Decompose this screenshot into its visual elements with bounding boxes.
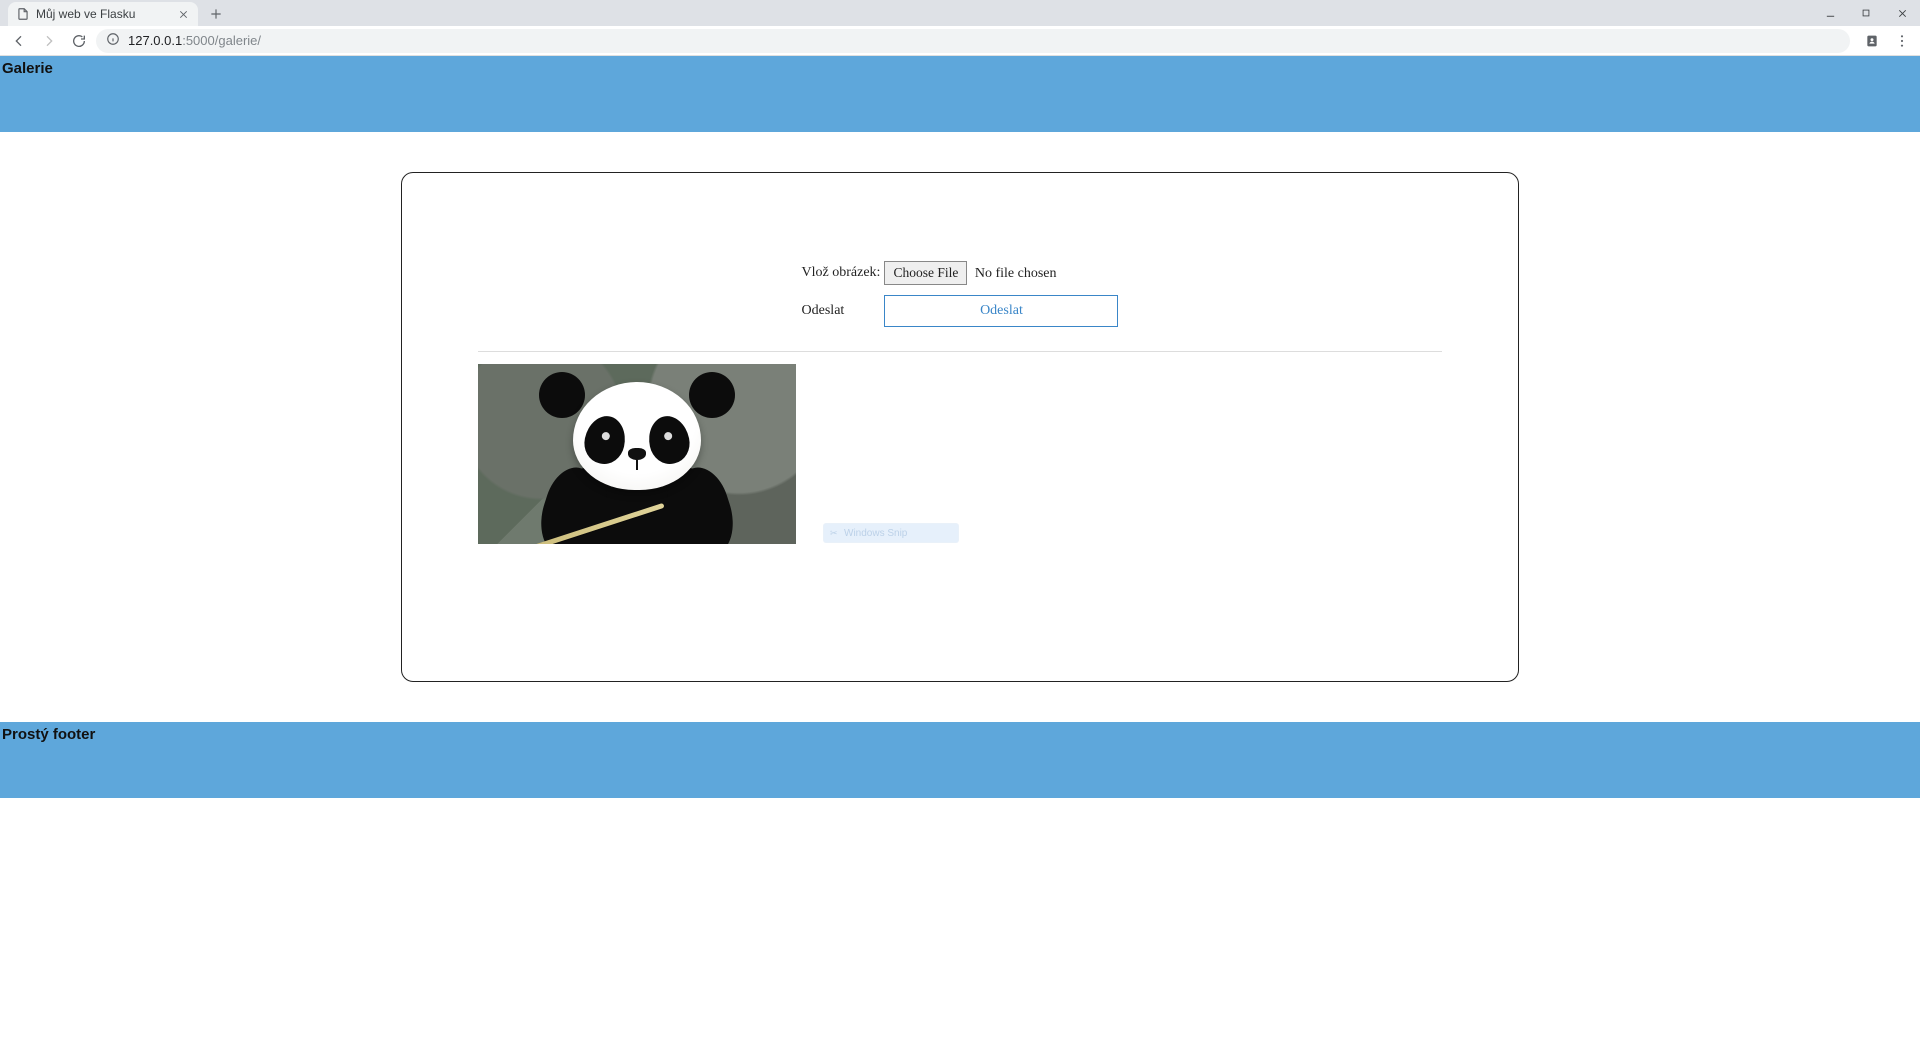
file-icon xyxy=(16,7,30,21)
address-bar[interactable]: 127.0.0.1:5000/galerie/ xyxy=(96,29,1850,53)
site-info-icon[interactable] xyxy=(106,32,120,49)
submit-button[interactable]: Odeslat xyxy=(884,295,1118,327)
gallery-image xyxy=(478,364,796,544)
reload-button[interactable] xyxy=(66,28,92,54)
forward-button[interactable] xyxy=(36,28,62,54)
kebab-menu-icon[interactable] xyxy=(1890,29,1914,53)
close-tab-icon[interactable] xyxy=(176,7,190,21)
page-footer: Prostý footer xyxy=(0,722,1920,798)
footer-text: Prostý footer xyxy=(2,726,1918,743)
divider xyxy=(478,351,1442,352)
page-header: Galerie xyxy=(0,56,1920,132)
account-icon[interactable] xyxy=(1860,29,1884,53)
browser-toolbar: 127.0.0.1:5000/galerie/ xyxy=(0,26,1920,56)
back-button[interactable] xyxy=(6,28,32,54)
tab-title: Můj web ve Flasku xyxy=(36,7,170,21)
gallery xyxy=(478,364,1442,544)
close-window-button[interactable] xyxy=(1884,0,1920,26)
browser-tab[interactable]: Můj web ve Flasku xyxy=(8,2,198,26)
file-chosen-text: No file chosen xyxy=(975,266,1057,282)
window-controls xyxy=(1812,0,1920,26)
url-text: 127.0.0.1:5000/galerie/ xyxy=(128,33,261,48)
page-title: Galerie xyxy=(2,60,1918,77)
page-viewport[interactable]: Galerie Vlož obrázek: Choose File No fil… xyxy=(0,56,1920,1050)
new-tab-button[interactable] xyxy=(204,2,228,26)
file-input-label: Vlož obrázek: xyxy=(800,259,883,287)
maximize-button[interactable] xyxy=(1848,0,1884,26)
content-card: Vlož obrázek: Choose File No file chosen… xyxy=(401,172,1519,682)
minimize-button[interactable] xyxy=(1812,0,1848,26)
submit-row-label: Odeslat xyxy=(800,293,883,329)
page-main: Vlož obrázek: Choose File No file chosen… xyxy=(0,132,1920,722)
upload-form: Vlož obrázek: Choose File No file chosen… xyxy=(800,253,1121,335)
browser-tabbar: Můj web ve Flasku xyxy=(0,0,1920,26)
choose-file-button[interactable]: Choose File xyxy=(884,261,967,285)
